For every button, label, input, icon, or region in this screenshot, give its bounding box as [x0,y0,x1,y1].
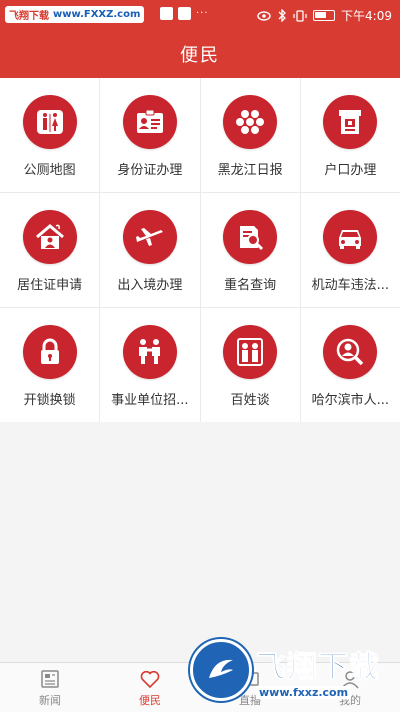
grid-item-citizen-talk[interactable]: 百姓谈 [200,308,300,422]
grid-item-entry-exit[interactable]: 出入境办理 [100,193,200,307]
person-search-icon [323,325,378,379]
grid-item-heilongjiang-daily[interactable]: 黑龙江日报 [200,78,300,192]
watermark-text-b: www.FXXZ.com [53,9,141,20]
nav-label: 新闻 [39,693,61,707]
household-register-icon [323,95,378,149]
vibrate-icon [293,9,307,22]
grid-item-label: 出入境办理 [117,278,183,293]
grid-item-label: 黑龙江日报 [217,163,283,178]
grid-item-label: 开锁换锁 [23,393,76,408]
id-card-icon [122,95,177,149]
grid-item-locksmith[interactable]: 开锁换锁 [0,308,100,422]
grid-item-label: 事业单位招... [111,393,189,408]
nav-label: 便民 [139,693,161,707]
grid-item-vehicle-violation[interactable]: 机动车违法... [300,193,400,307]
grid-item-duplicate-name-search[interactable]: 重名查询 [200,193,300,307]
grid-item-public-restroom-map[interactable]: 公厕地图 [0,78,100,192]
grid-item-label: 居住证申请 [17,278,83,293]
news-icon [41,669,59,688]
eye-icon [257,10,271,21]
service-grid: 公厕地图 身份证办理 黑龙江日报 户口办理 居住证申请 出入境办理 重名查询 机… [0,78,400,422]
grid-item-label: 重名查询 [224,278,277,293]
grid-item-harbin-personnel[interactable]: 哈尔滨市人... [300,308,400,422]
restroom-icon [22,95,77,149]
more-dots-icon: ··· [196,8,209,19]
nav-item-news[interactable]: 新闻 [0,663,100,712]
grid-item-id-card[interactable]: 身份证办理 [100,78,200,192]
handshake-icon [122,325,177,379]
grid-item-label: 哈尔滨市人... [311,393,390,408]
notification-app-icon [160,7,173,20]
watermark-overlay: 飞翔下载 www.fxxz.com [190,630,394,710]
grid-item-household-register[interactable]: 户口办理 [300,78,400,192]
bluetooth-icon [278,9,286,22]
watermark-text-block: 飞翔下载 www.fxxz.com [256,642,380,699]
grid-item-label: 公厕地图 [23,163,76,178]
grid-item-label: 百姓谈 [230,393,270,408]
page-title: 便民 [180,45,220,66]
status-bar: 飞翔下载 www.FXXZ.com ··· 下午4:09 [0,0,400,30]
status-right: 下午4:09 [257,7,392,24]
empty-area [0,422,400,662]
grid-item-label: 户口办理 [324,163,377,178]
notification-icons: ··· [160,7,209,20]
grid-item-label: 机动车违法... [311,278,390,293]
heart-icon [140,670,160,688]
title-bar: 便民 [0,30,400,78]
lock-icon [22,325,77,379]
watermark-text-a: 飞翔下载 [9,11,49,22]
grid-item-public-institution-recruit[interactable]: 事业单位招... [100,308,200,422]
watermark-small-text: www.fxxz.com [256,685,352,699]
app-screen: 飞翔下载 www.FXXZ.com ··· 下午4:09 便民 公厕地图 身份证… [0,0,400,712]
document-search-icon [223,210,278,264]
hexagon-icon [223,95,278,149]
status-time: 下午4:09 [341,9,392,23]
nav-item-convenience[interactable]: 便民 [100,663,200,712]
watermark-badge: 飞翔下载 www.FXXZ.com [5,6,145,23]
house-icon [22,210,77,264]
airplane-icon [122,210,177,264]
grid-item-residence-permit[interactable]: 居住证申请 [0,193,100,307]
watermark-logo-icon [190,639,252,701]
battery-icon [313,10,336,21]
car-icon [323,210,378,264]
grid-item-label: 身份证办理 [117,163,183,178]
people-icon [223,325,278,379]
watermark-big-text: 飞翔下载 [256,649,380,685]
notification-app-icon [178,7,191,20]
